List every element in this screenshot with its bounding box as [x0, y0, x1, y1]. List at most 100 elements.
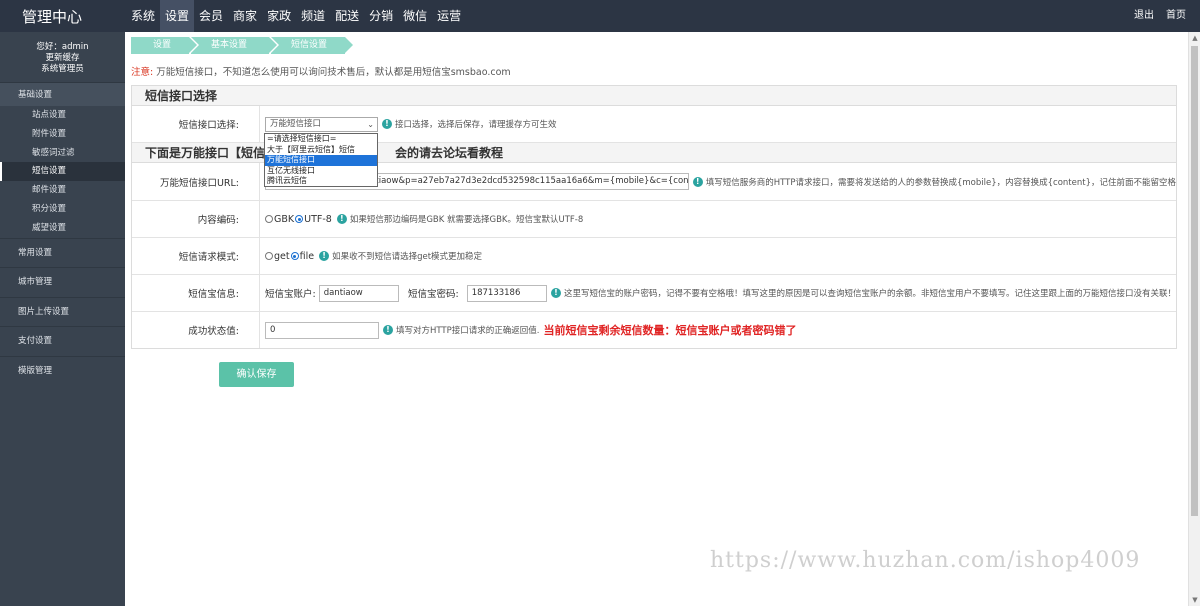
scroll-up-icon[interactable]: ▲ [1189, 32, 1200, 44]
success-status-hint: 填写对方HTTP接口请求的正确返回值. [396, 326, 540, 336]
url-hint: 填写短信服务商的HTTP请求接口，需要将发送给的人的参数替换成{mobile}，… [705, 177, 1176, 188]
radio-get[interactable] [265, 252, 273, 260]
radio-file-label: file [299, 250, 315, 262]
radio-utf8-label: UTF-8 [304, 213, 332, 225]
info-icon: ! [383, 325, 393, 335]
nav-system[interactable]: 系统 [126, 0, 160, 32]
smsbao-info-label: 短信宝信息: [132, 275, 260, 311]
section-universal-title-tail: 会的请去论坛看教程 [395, 146, 504, 160]
sidebar-item-site[interactable]: 站点设置 [0, 106, 125, 125]
radio-utf8[interactable] [295, 215, 304, 223]
user-box: 您好：admin 更新缓存 系统管理员 [0, 32, 125, 82]
sidebar-item-sms[interactable]: 短信设置 [0, 162, 125, 182]
interface-select[interactable]: 万能短信接口 ⌄ [265, 116, 378, 132]
section-interface-title: 短信接口选择 [132, 86, 1176, 106]
row-request-mode: 短信请求模式: get file ! 如果收不到短信请选择get模式更加稳定 [132, 238, 1176, 275]
notice-text: 注意: 万能短信接口，不知道怎么使用可以询问技术售后，默认都是用短信宝smsba… [131, 64, 511, 78]
sidebar-item-prestige[interactable]: 威望设置 [0, 219, 125, 238]
encoding-label: 内容编码: [132, 201, 260, 237]
interface-label: 短信接口选择: [132, 106, 260, 142]
interface-dropdown-list: =请选择短信接口= 大于【阿里云短信】短信 万能短信接口 互亿无线接口 腾讯云短… [264, 133, 378, 187]
smsbao-info-hint: 这里写短信宝的账户密码，记得不要有空格哦！填写这里的原因是可以查询短信宝账户的余… [563, 289, 1176, 299]
top-bar: 管理中心 系统 设置 会员 商家 家政 频道 配送 分销 微信 运营 退出 首页 [0, 0, 1200, 32]
sidebar-item-image-upload[interactable]: 图片上传设置 [0, 296, 125, 327]
refresh-cache-link[interactable]: 更新缓存 [0, 53, 125, 64]
breadcrumb-basic-settings[interactable]: 基本设置 [191, 37, 277, 54]
home-link[interactable]: 首页 [1166, 0, 1186, 32]
success-status-label: 成功状态值: [132, 312, 260, 348]
breadcrumb: 设置 基本设置 短信设置 [131, 37, 353, 54]
chevron-down-icon: ⌄ [367, 119, 374, 129]
nav-wechat[interactable]: 微信 [398, 0, 432, 32]
save-button[interactable]: 确认保存 [219, 362, 294, 387]
success-status-value-cell: 0 ! 填写对方HTTP接口请求的正确返回值. 当前短信宝剩余短信数量：短信宝账… [265, 312, 1176, 348]
top-right-links: 退出 首页 [1134, 0, 1186, 32]
breadcrumb-settings[interactable]: 设置 [131, 37, 197, 54]
notice-label: 注意: [131, 67, 154, 78]
sidebar: 您好：admin 更新缓存 系统管理员 基础设置 站点设置 附件设置 敏感词过滤… [0, 32, 125, 606]
sidebar-item-city[interactable]: 城市管理 [0, 267, 125, 297]
nav-settings[interactable]: 设置 [160, 0, 195, 32]
breadcrumb-sms-settings[interactable]: 短信设置 [271, 37, 353, 54]
row-success-status: 成功状态值: 0 ! 填写对方HTTP接口请求的正确返回值. 当前短信宝剩余短信… [132, 312, 1176, 348]
dropdown-option-selected[interactable]: 万能短信接口 [265, 155, 377, 166]
user-greeting: 您好：admin [36, 42, 89, 52]
section-universal-title-head: 下面是万能接口【短信宝 [145, 146, 278, 160]
account-input[interactable]: dantiaow [318, 284, 399, 302]
brand-title: 管理中心 [22, 8, 83, 26]
sidebar-group-basic[interactable]: 基础设置 [0, 82, 125, 106]
password-input[interactable]: 187133186 [466, 284, 547, 302]
info-icon: ! [382, 119, 392, 129]
interface-select-value: 万能短信接口 [270, 118, 322, 129]
top-nav: 系统 设置 会员 商家 家政 频道 配送 分销 微信 运营 [126, 0, 466, 32]
info-icon: ! [336, 214, 347, 224]
nav-delivery[interactable]: 配送 [330, 0, 364, 32]
url-value-cell: ntiaow&p=a27eb7a27d3e2dcd532598c115aa16a… [265, 163, 1176, 200]
nav-members[interactable]: 会员 [194, 0, 228, 32]
info-icon: ! [692, 176, 703, 187]
nav-housekeeping[interactable]: 家政 [262, 0, 296, 32]
radio-get-label: get [274, 250, 290, 262]
nav-distribution[interactable]: 分销 [364, 0, 398, 32]
scrollbar[interactable]: ▲ ▼ [1188, 32, 1200, 606]
request-mode-label: 短信请求模式: [132, 238, 260, 274]
info-icon: ! [550, 288, 561, 298]
url-input-value: ntiaow&p=a27eb7a27d3e2dcd532598c115aa16a… [370, 176, 689, 186]
logout-link[interactable]: 退出 [1134, 0, 1154, 32]
dropdown-option[interactable]: 大于【阿里云短信】短信 [265, 145, 377, 156]
radio-gbk-label: GBK [274, 213, 295, 225]
sidebar-item-points[interactable]: 积分设置 [0, 200, 125, 219]
row-smsbao-info: 短信宝信息: 短信宝账户: dantiaow 短信宝密码: 187133186 … [132, 275, 1176, 312]
watermark-text: https://www.huzhan.com/ishop4009 [710, 548, 1141, 573]
encoding-value-cell: GBK UTF-8 ! 如果短信那边编码是GBK 就需要选择GBK。短信宝默认U… [265, 201, 1176, 237]
interface-hint: 接口选择，选择后保存，请理援存方可生效 [395, 120, 557, 130]
radio-file[interactable] [290, 252, 299, 260]
radio-gbk[interactable] [265, 215, 273, 223]
nav-operations[interactable]: 运营 [432, 0, 466, 32]
success-status-input[interactable]: 0 [265, 321, 379, 339]
dropdown-option[interactable]: 互亿无线接口 [265, 166, 377, 177]
sidebar-item-email[interactable]: 邮件设置 [0, 181, 125, 200]
sidebar-item-sensitive-words[interactable]: 敏感词过滤 [0, 144, 125, 163]
account-label: 短信宝账户: [265, 289, 316, 300]
nav-channels[interactable]: 频道 [296, 0, 330, 32]
request-mode-hint: 如果收不到短信请选择get模式更加稳定 [332, 252, 483, 262]
sidebar-item-templates[interactable]: 模版管理 [0, 355, 125, 386]
dropdown-option[interactable]: 腾讯云短信 [265, 176, 377, 187]
sidebar-item-common[interactable]: 常用设置 [0, 237, 125, 268]
request-mode-value-cell: get file ! 如果收不到短信请选择get模式更加稳定 [265, 238, 1176, 274]
user-role: 系统管理员 [41, 64, 84, 74]
smsbao-info-value-cell: 短信宝账户: dantiaow 短信宝密码: 187133186 ! 这里写短信… [265, 275, 1176, 311]
password-label: 短信宝密码: [407, 289, 459, 300]
url-label: 万能短信接口URL: [132, 163, 260, 200]
sidebar-item-attachment[interactable]: 附件设置 [0, 125, 125, 144]
scrollbar-thumb[interactable] [1191, 46, 1198, 516]
interface-value-cell: 万能短信接口 ⌄ ! 接口选择，选择后保存，请理援存方可生效 [265, 106, 1176, 142]
dropdown-option[interactable]: =请选择短信接口= [265, 134, 377, 145]
scroll-down-icon[interactable]: ▼ [1189, 594, 1200, 606]
info-icon: ! [319, 251, 330, 261]
sms-settings-form: 短信接口选择 短信接口选择: 万能短信接口 ⌄ ! 接口选择，选择后保存，请理援… [131, 85, 1177, 349]
nav-merchants[interactable]: 商家 [228, 0, 262, 32]
row-encoding: 内容编码: GBK UTF-8 ! 如果短信那边编码是GBK 就需要选择GBK。… [132, 201, 1176, 238]
sidebar-item-payment[interactable]: 支付设置 [0, 326, 125, 356]
